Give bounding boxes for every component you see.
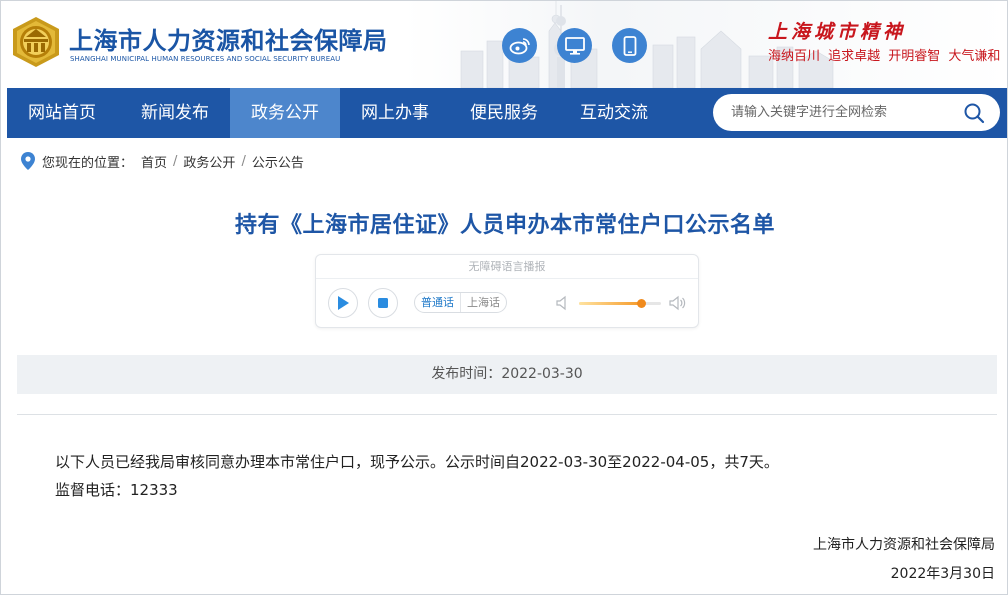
search-icon[interactable] xyxy=(963,102,985,124)
breadcrumb-government-affairs[interactable]: 政务公开 xyxy=(183,152,235,171)
page-frame: 上海市人力资源和社会保障局 SHANGHAI MUNICIPAL HUMAN R… xyxy=(0,0,1008,595)
publish-date-label: 发布时间： xyxy=(431,366,502,382)
city-spirit-phrases: 海纳百川 追求卓越 开明睿智 大气谦和 xyxy=(768,49,1001,64)
mobile-icon xyxy=(623,35,636,56)
nav-item-home[interactable]: 网站首页 xyxy=(7,88,117,138)
language-switch: 普通话 上海话 xyxy=(414,292,507,313)
signature-organization: 上海市人力资源和社会保障局 xyxy=(813,537,995,553)
main-nav: 网站首页 新闻发布 政务公开 网上办事 便民服务 互动交流 xyxy=(7,88,1007,138)
nav-item-interaction[interactable]: 互动交流 xyxy=(559,88,669,138)
play-icon xyxy=(338,296,349,310)
volume-slider-handle[interactable] xyxy=(636,299,646,308)
desktop-button[interactable] xyxy=(557,28,592,63)
nav-item-government-affairs[interactable]: 政务公开 xyxy=(230,88,340,138)
nav-item-online-services[interactable]: 网上办事 xyxy=(340,88,450,138)
volume-low-icon xyxy=(556,295,566,311)
nav-item-convenience[interactable]: 便民服务 xyxy=(449,88,559,138)
play-button[interactable] xyxy=(328,288,358,318)
breadcrumb-home[interactable]: 首页 xyxy=(141,152,167,171)
breadcrumb-prefix: 您现在的位置： xyxy=(42,155,134,171)
search-box xyxy=(713,94,1000,131)
content-divider xyxy=(17,414,997,415)
signature-date: 2022年3月30日 xyxy=(890,566,995,582)
bureau-logo xyxy=(13,17,59,67)
site-subtitle: SHANGHAI MUNICIPAL HUMAN RESOURCES AND S… xyxy=(70,55,341,63)
mobile-button[interactable] xyxy=(612,28,647,63)
breadcrumb-separator: / xyxy=(173,153,178,169)
language-shanghainese[interactable]: 上海话 xyxy=(460,293,506,312)
supervision-hotline: 监督电话：12333 xyxy=(55,481,178,499)
stop-icon xyxy=(378,298,388,308)
volume-slider[interactable] xyxy=(579,299,661,308)
search-input[interactable] xyxy=(731,102,951,123)
site-title: 上海市人力资源和社会保障局 xyxy=(69,27,388,55)
city-spirit-title: 上海城市精神 xyxy=(768,21,907,43)
volume-high-icon xyxy=(669,295,686,311)
site-header: 上海市人力资源和社会保障局 SHANGHAI MUNICIPAL HUMAN R… xyxy=(1,1,1007,88)
publish-date-bar: 发布时间：2022-03-30 xyxy=(17,355,997,394)
breadcrumb-separator: / xyxy=(241,153,246,169)
weibo-icon xyxy=(509,37,530,54)
desktop-icon xyxy=(564,36,585,55)
volume-slider-fill xyxy=(579,302,641,305)
weibo-button[interactable] xyxy=(502,28,537,63)
article-title: 持有《上海市居住证》人员申办本市常住户口公示名单 xyxy=(234,213,775,238)
language-mandarin[interactable]: 普通话 xyxy=(415,293,460,312)
publish-date-value: 2022-03-30 xyxy=(501,366,583,382)
breadcrumb: 您现在的位置： 首页 / 政务公开 / 公示公告 xyxy=(21,151,304,171)
breadcrumb-announcements[interactable]: 公示公告 xyxy=(252,152,304,171)
location-pin-icon xyxy=(21,152,35,170)
article-paragraph: 以下人员已经我局审核同意办理本市常住户口，现予公示。公示时间自2022-03-3… xyxy=(55,453,779,471)
nav-item-news[interactable]: 新闻发布 xyxy=(120,88,230,138)
stop-button[interactable] xyxy=(368,288,398,318)
audio-player-heading: 无障碍语言播报 xyxy=(316,255,698,279)
audio-player: 无障碍语言播报 普通话 上海话 xyxy=(315,254,699,328)
